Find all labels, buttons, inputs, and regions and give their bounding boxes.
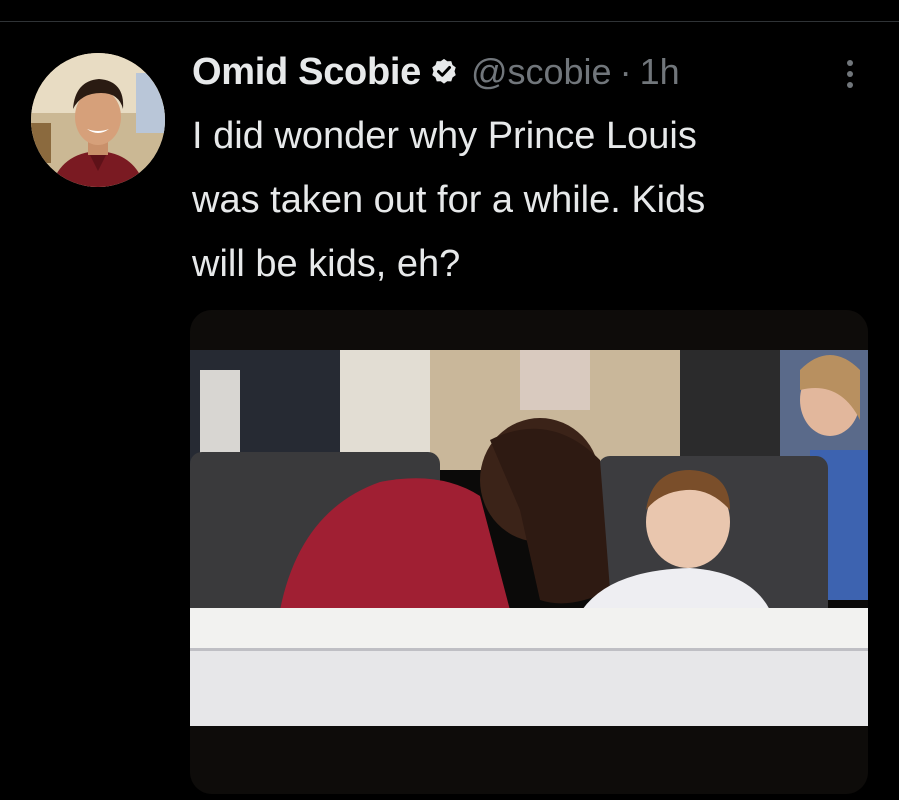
avatar-image (31, 53, 165, 187)
tweet-header: Omid Scobie @scobie · 1h (192, 48, 680, 96)
top-divider (0, 21, 899, 22)
tweet-text: I did wonder why Prince Louis was taken … (192, 115, 706, 285)
verified-badge-icon (429, 57, 459, 87)
tweet-media[interactable] (190, 310, 868, 794)
more-options-icon[interactable] (838, 56, 862, 92)
author-handle[interactable]: @scobie (471, 51, 612, 93)
separator-dot: · (619, 51, 632, 92)
tweet-timestamp[interactable]: 1h (640, 51, 680, 93)
author-display-name[interactable]: Omid Scobie (192, 51, 421, 94)
video-still-image (190, 310, 868, 794)
avatar[interactable] (31, 53, 165, 187)
